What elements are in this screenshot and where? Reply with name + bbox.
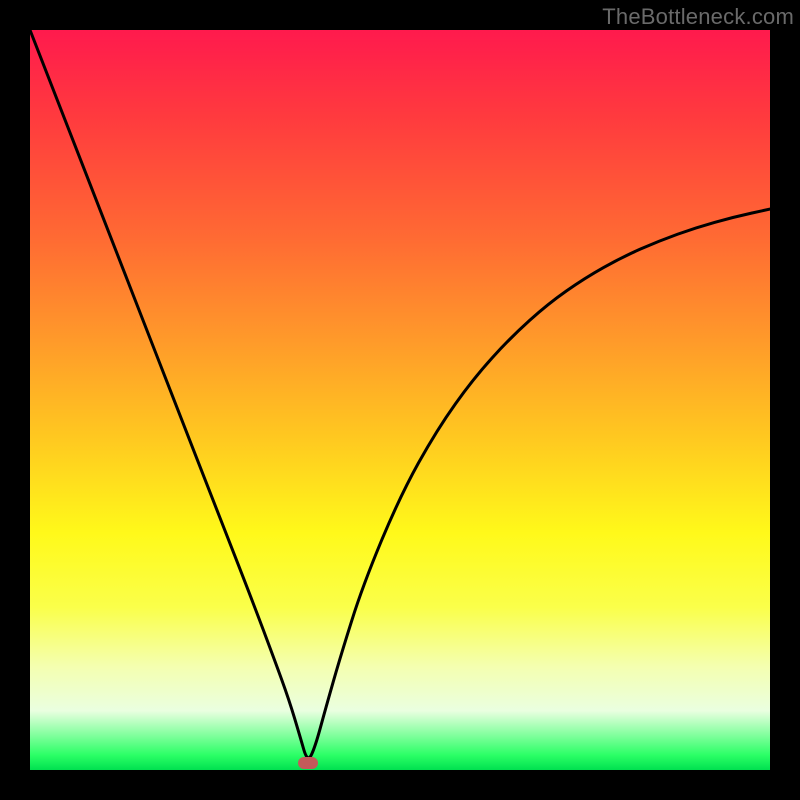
- chart-frame: TheBottleneck.com: [0, 0, 800, 800]
- plot-area: [30, 30, 770, 770]
- bottleneck-curve: [30, 30, 770, 758]
- minimum-marker: [298, 757, 318, 769]
- watermark-text: TheBottleneck.com: [602, 4, 794, 30]
- curve-svg: [30, 30, 770, 770]
